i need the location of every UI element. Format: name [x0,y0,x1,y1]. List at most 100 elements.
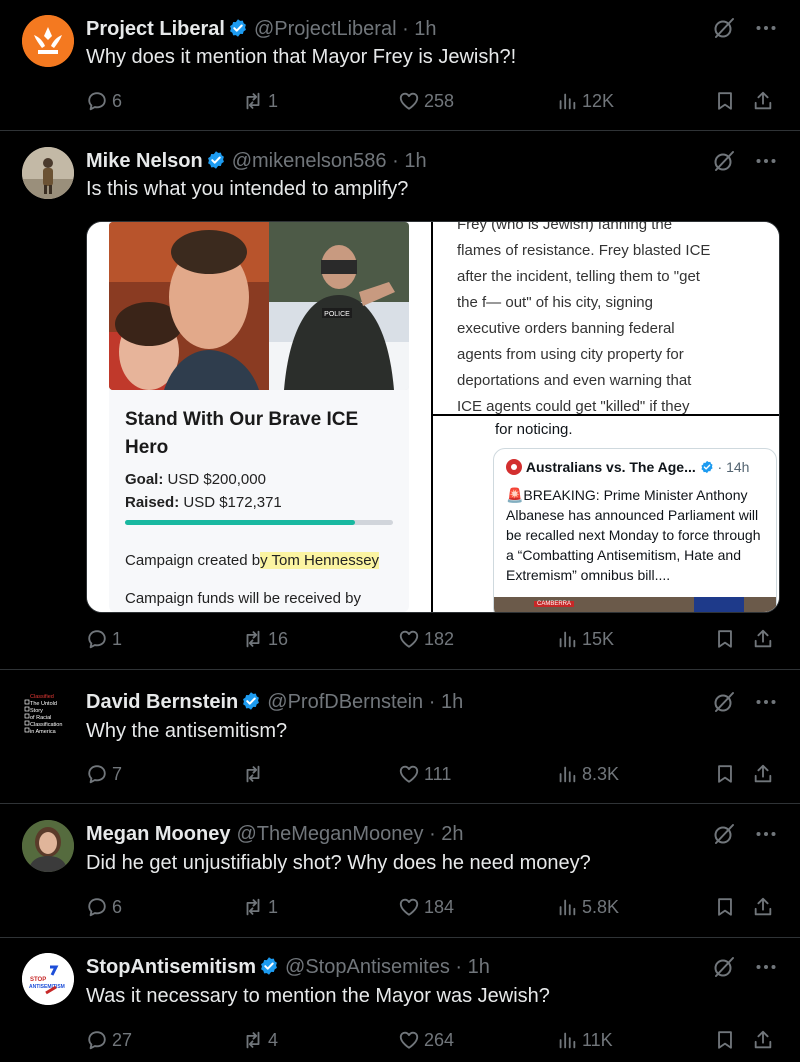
grok-icon[interactable] [712,955,736,979]
reply-button[interactable]: 6 [86,894,122,920]
tweet-time[interactable]: · 1h [402,18,436,40]
views-count: 11K [582,1029,613,1050]
like-button[interactable]: 182 [398,626,454,652]
views-icon [556,763,578,785]
grok-icon[interactable] [712,822,736,846]
grok-icon[interactable] [712,16,736,40]
avatar[interactable] [22,147,74,199]
more-icon[interactable] [754,822,778,846]
repost-count: 16 [268,628,289,649]
share-icon [752,1029,774,1051]
tweet-text: Why does it mention that Mayor Frey is J… [86,46,517,68]
share-button[interactable] [752,88,774,114]
action-bar: 7 111 8.3K [86,761,786,787]
tweet-megan-mooney[interactable]: Megan Mooney @TheMeganMooney · 2h Did he … [0,804,800,938]
share-button[interactable] [752,894,774,920]
tweet-time[interactable]: · 2h [429,823,463,845]
bookmark-button[interactable] [714,761,736,787]
tweet-stop-antisemitism[interactable]: STOP ANTISEMITISM StopAntisemitism @StopA… [0,938,800,1062]
repost-icon [242,90,264,112]
views-button[interactable]: 11K [556,1027,613,1053]
book-word: Classified [30,694,54,700]
author-name[interactable]: StopAntisemitism [86,956,256,978]
author-handle[interactable]: @TheMeganMooney [236,823,423,845]
share-button[interactable] [752,1027,774,1053]
like-icon [398,763,420,785]
repost-button[interactable] [242,761,268,787]
grok-icon[interactable] [712,149,736,173]
author-handle[interactable]: @ProfDBernstein [267,691,423,713]
author-name[interactable]: Megan Mooney [86,823,230,845]
tweet-media-grid[interactable]: POLICE Stand With Our Brave ICE Hero Goa… [86,221,780,613]
repost-button[interactable]: 16 [242,626,288,652]
repost-icon [242,1029,264,1051]
author-handle[interactable]: @ProjectLiberal [254,18,397,40]
like-count: 182 [424,628,455,649]
more-icon[interactable] [754,955,778,979]
quoted-thumbnail: CAMBERRA [494,597,776,612]
like-button[interactable]: 111 [398,761,451,787]
author-name[interactable]: David Bernstein [86,691,238,713]
grok-icon[interactable] [712,690,736,714]
reply-button[interactable]: 1 [86,626,122,652]
repost-button[interactable]: 4 [242,1027,278,1053]
avatar[interactable] [22,15,74,67]
tweet-top-actions [712,16,778,40]
avatar[interactable]: STOP ANTISEMITISM [22,953,74,1005]
author-handle[interactable]: @mikenelson586 [232,150,387,172]
quoted-tweet: Australians vs. The Age... · 14h 🚨BREAKI… [493,448,777,612]
action-bar: 6 1 258 12K [86,88,786,114]
reply-count: 1 [112,628,123,649]
thumbnail-flag [694,597,744,612]
more-icon[interactable] [754,690,778,714]
like-button[interactable]: 184 [398,894,454,920]
reply-button[interactable]: 7 [86,761,122,787]
avatar[interactable] [22,820,74,872]
like-button[interactable]: 258 [398,88,454,114]
campaign-progress-fill [125,520,356,525]
avatar[interactable]: Classified The Untold Story of Racial Cl… [22,687,74,739]
views-button[interactable]: 15K [556,626,614,652]
reply-button[interactable]: 27 [86,1027,132,1053]
share-button[interactable] [752,626,774,652]
creator-highlight: y Tom Hennessey [260,552,380,569]
tweet-time[interactable]: · 1h [455,956,489,978]
tweet-time[interactable]: · 1h [392,150,426,172]
media-article-screenshot[interactable]: Frey (who is Jewish) fanning the flames … [433,222,779,612]
tweet-text: Is this what you intended to amplify? [86,178,409,200]
verified-badge-icon [700,460,714,474]
campaign-photo: POLICE [109,222,409,390]
tweet-text: Was it necessary to mention the Mayor wa… [86,985,550,1007]
more-icon[interactable] [754,149,778,173]
book-word: The Untold [30,701,57,707]
tweet-time[interactable]: · 1h [429,691,463,713]
tweet-text: Why the antisemitism? [86,720,288,742]
repost-button[interactable]: 1 [242,894,278,920]
bookmark-button[interactable] [714,1027,736,1053]
goal-label: Goal: [125,471,164,488]
author-name[interactable]: Mike Nelson [86,150,203,172]
share-button[interactable] [752,761,774,787]
author-name[interactable]: Project Liberal [86,18,225,40]
views-button[interactable]: 12K [556,88,614,114]
tweet-david-bernstein[interactable]: Classified The Untold Story of Racial Cl… [0,670,800,804]
views-button[interactable]: 5.8K [556,894,619,920]
author-handle[interactable]: @StopAntisemites [285,956,450,978]
repost-button[interactable]: 1 [242,88,278,114]
raised-value: USD $172,371 [183,494,282,511]
bookmark-icon [714,763,736,785]
bookmark-button[interactable] [714,626,736,652]
views-button[interactable]: 8.3K [556,761,619,787]
bookmark-icon [714,896,736,918]
share-icon [752,628,774,650]
logo-word: STOP [30,977,46,983]
bookmark-button[interactable] [714,894,736,920]
more-icon[interactable] [754,16,778,40]
reply-button[interactable]: 6 [86,88,122,114]
campaign-card: POLICE Stand With Our Brave ICE Hero Goa… [109,222,409,612]
tweet-project-liberal[interactable]: Project Liberal @ProjectLiberal · 1h Why … [0,0,800,131]
media-campaign-screenshot[interactable]: POLICE Stand With Our Brave ICE Hero Goa… [87,222,431,612]
bookmark-button[interactable] [714,88,736,114]
like-button[interactable]: 264 [398,1027,454,1053]
reply-count: 27 [112,1029,133,1050]
